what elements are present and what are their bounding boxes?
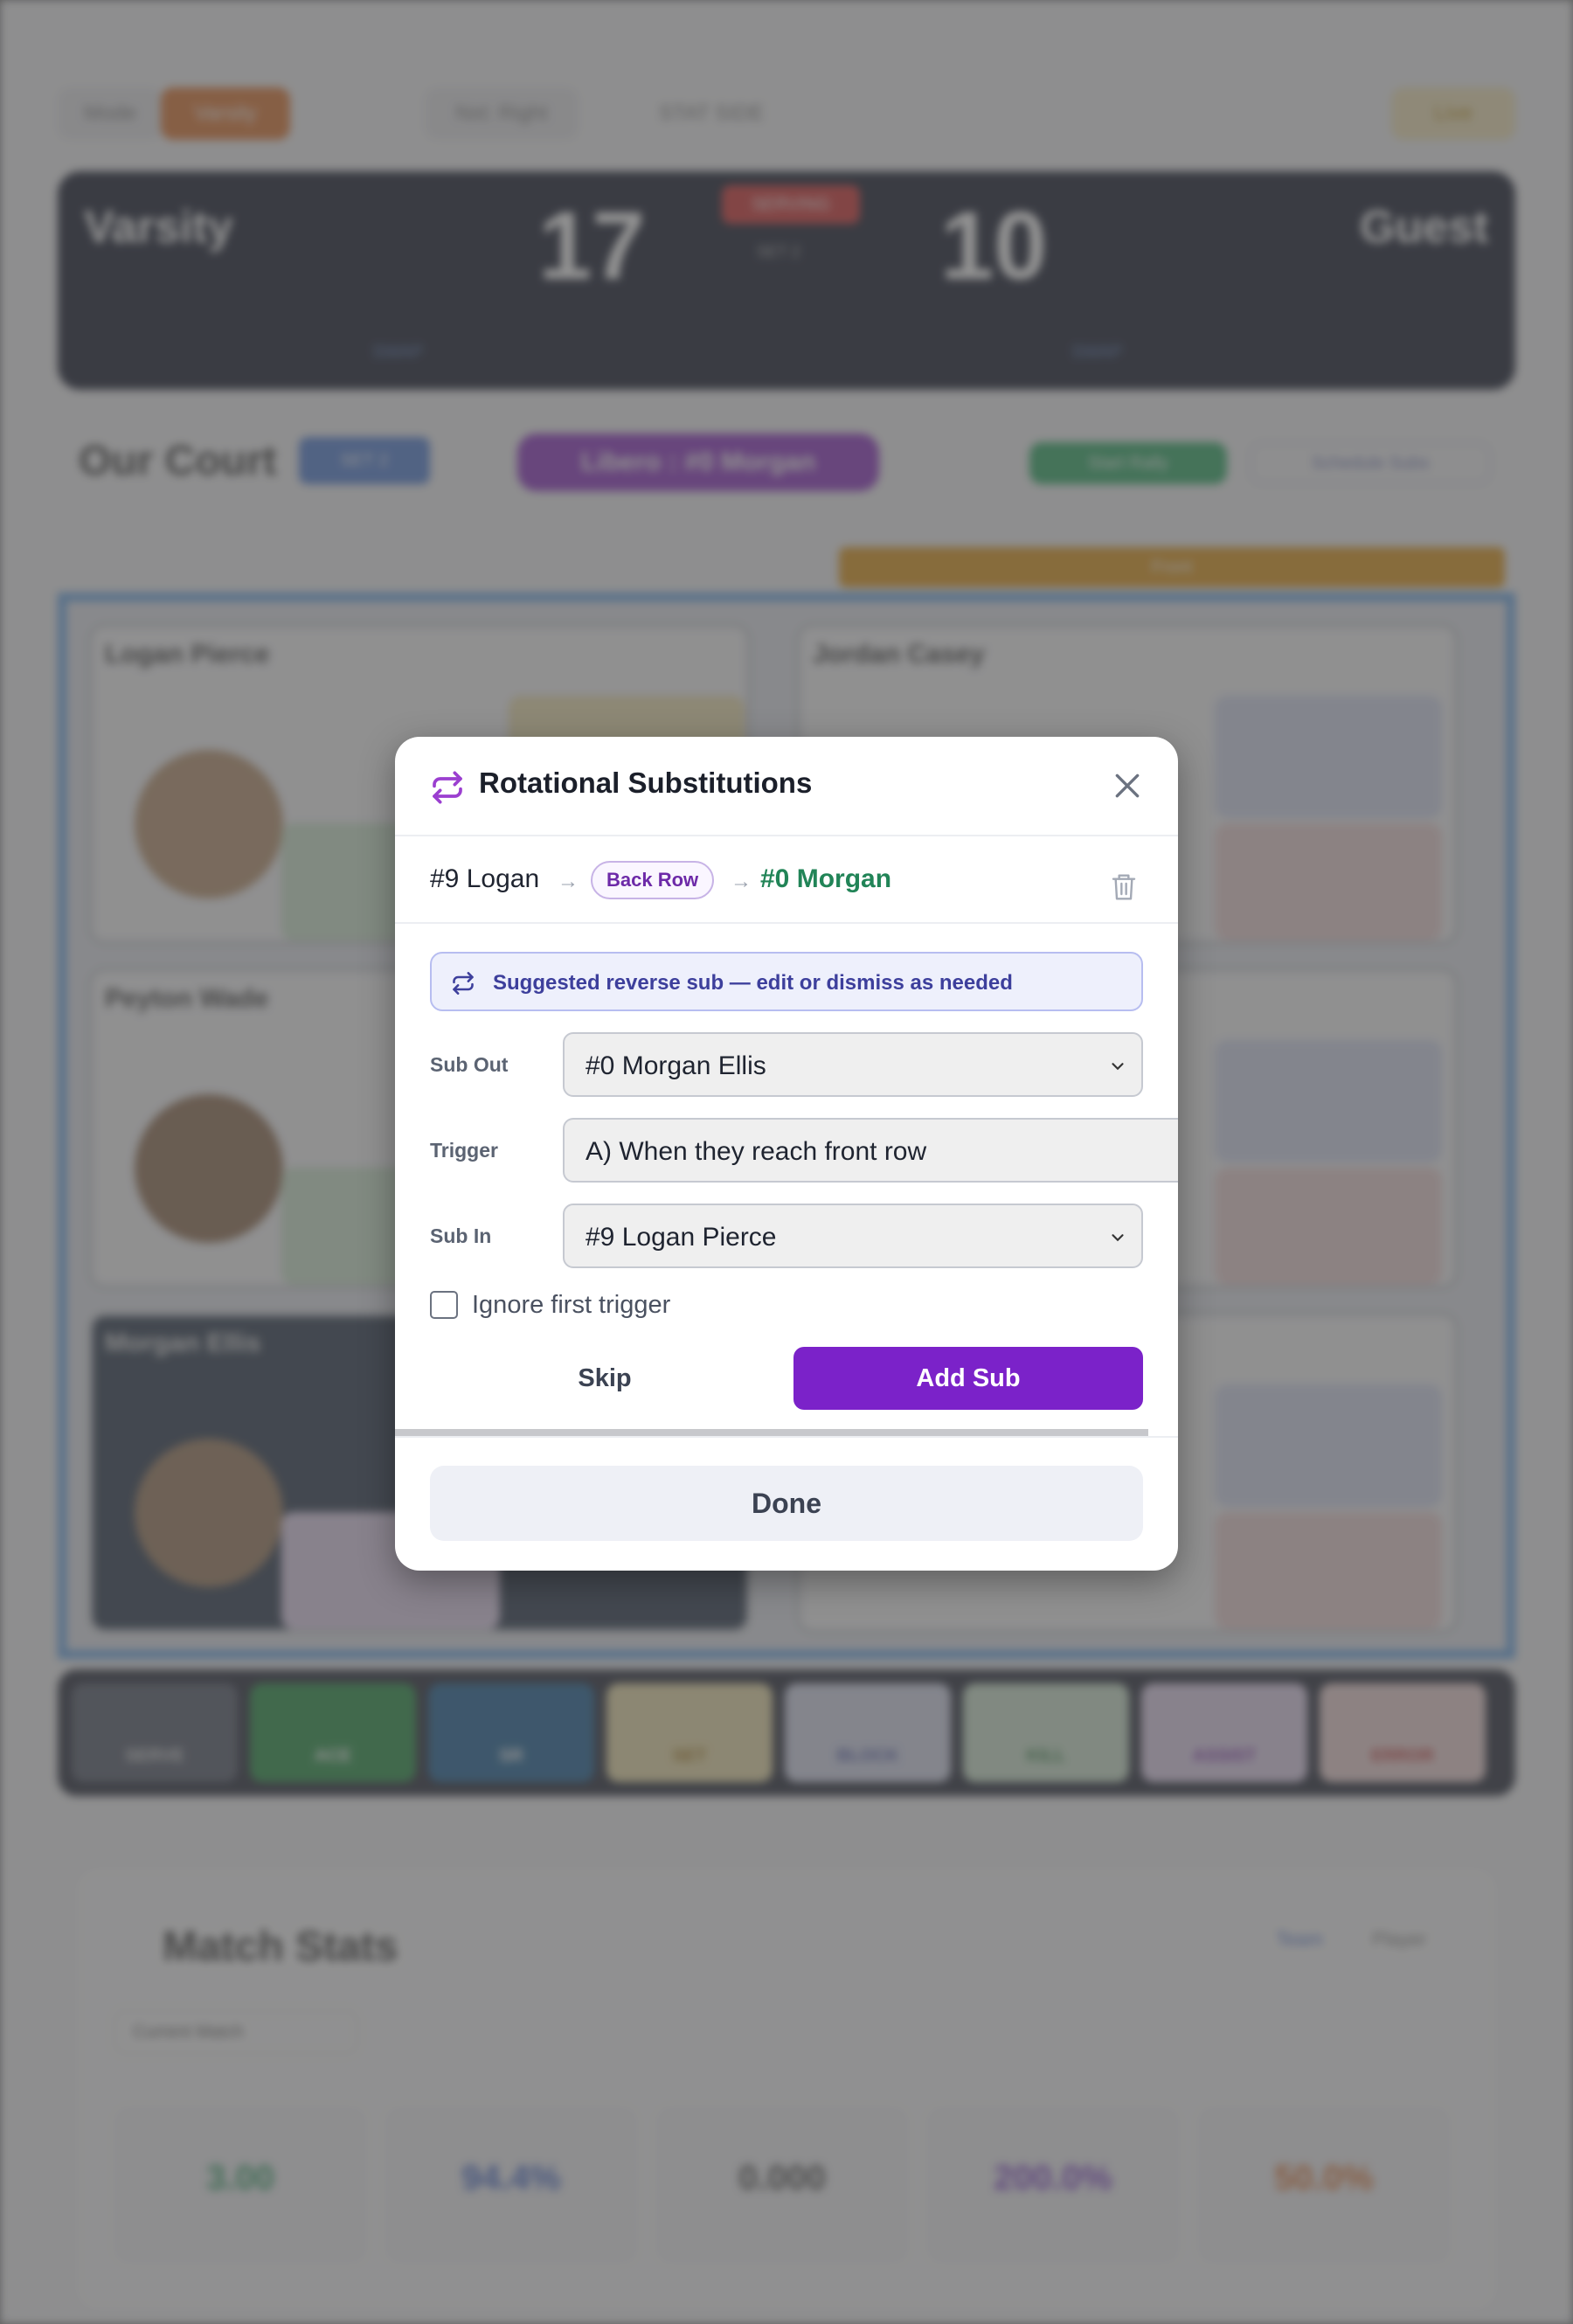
- sub-in-player: #0 Morgan: [760, 864, 892, 893]
- dialog-title: Rotational Substitutions: [479, 767, 813, 799]
- done-button[interactable]: Done: [430, 1466, 1143, 1541]
- sub-out-select[interactable]: #0 Morgan Ellis: [563, 1032, 1143, 1097]
- done-label: Done: [752, 1487, 821, 1519]
- sub-in-value: #9 Logan Pierce: [586, 1223, 777, 1252]
- trigger-label: Trigger: [430, 1139, 498, 1162]
- sub-in-label: Sub In: [430, 1224, 492, 1247]
- swap-icon: [453, 972, 474, 995]
- ignore-first-trigger-label[interactable]: Ignore first trigger: [472, 1291, 670, 1320]
- chevron-down-icon: [1112, 1234, 1124, 1242]
- trash-icon[interactable]: [1110, 871, 1138, 903]
- sub-out-value: #0 Morgan Ellis: [586, 1051, 766, 1080]
- close-icon[interactable]: [1110, 768, 1145, 803]
- horizontal-scrollbar[interactable]: [395, 1429, 1148, 1436]
- sub-in-select[interactable]: #9 Logan Pierce: [563, 1204, 1143, 1268]
- rotational-substitutions-dialog: Rotational Substitutions #9 Logan → Back…: [395, 737, 1178, 1571]
- suggestion-text: Suggested reverse sub — edit or dismiss …: [493, 971, 1013, 995]
- back-row-badge: Back Row: [591, 861, 715, 899]
- skip-button[interactable]: Skip: [430, 1347, 780, 1410]
- suggestion-notice: Suggested reverse sub — edit or dismiss …: [430, 952, 1143, 1011]
- add-sub-label: Add Sub: [916, 1363, 1021, 1392]
- add-sub-button[interactable]: Add Sub: [793, 1347, 1143, 1410]
- trigger-value: A) When they reach front row: [586, 1137, 927, 1166]
- arrow-right-icon: →: [731, 870, 752, 893]
- chevron-down-icon: [1112, 1063, 1124, 1071]
- arrow-right-icon: →: [558, 870, 579, 893]
- dialog-header: Rotational Substitutions: [395, 737, 1178, 836]
- sub-out-label: Sub Out: [430, 1053, 509, 1076]
- swap-icon: [433, 771, 462, 804]
- skip-label: Skip: [578, 1363, 632, 1392]
- ignore-first-trigger-checkbox[interactable]: [430, 1291, 458, 1319]
- trigger-select[interactable]: A) When they reach front row: [563, 1118, 1178, 1183]
- sub-out-player: #9 Logan: [430, 864, 540, 893]
- scheduled-sub-row: #9 Logan → Back Row → #0 Morgan: [395, 836, 1178, 924]
- divider: [395, 1436, 1178, 1438]
